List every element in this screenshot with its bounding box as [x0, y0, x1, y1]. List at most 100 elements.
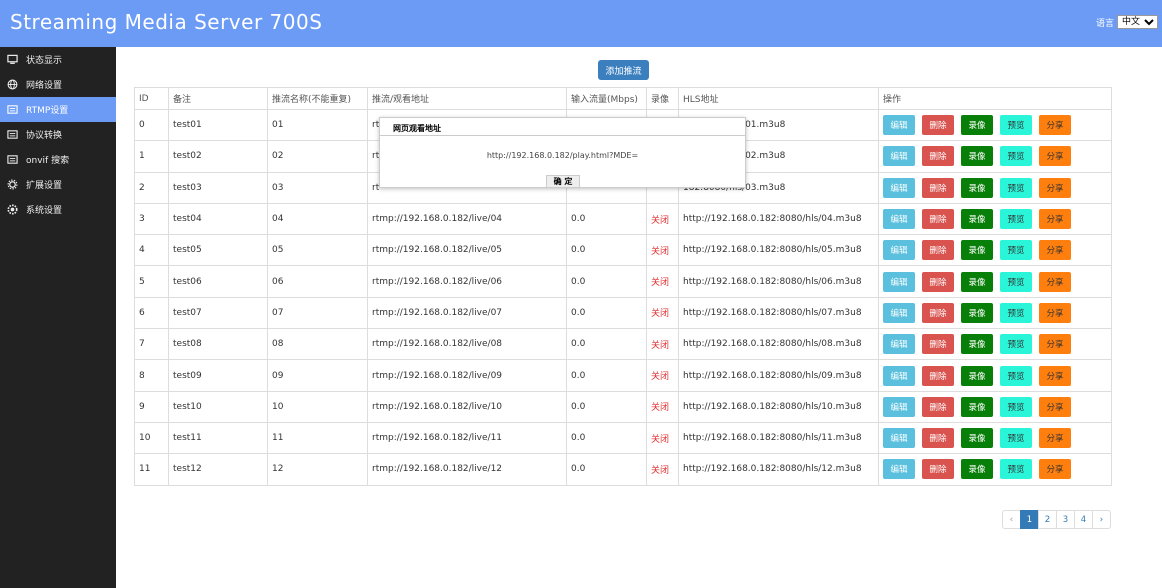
sidebar-item-system[interactable]: 系统设置 — [0, 197, 116, 222]
edit-button[interactable]: 编辑 — [883, 146, 915, 167]
record-button[interactable]: 录像 — [961, 365, 993, 386]
sidebar-item-label: RTMP设置 — [26, 106, 69, 116]
delete-button[interactable]: 删除 — [922, 396, 954, 417]
cell-ops: 编辑 删除 录像 预览 分享 — [878, 359, 1112, 392]
preview-button[interactable]: 预览 — [1000, 302, 1032, 323]
delete-button[interactable]: 删除 — [922, 146, 954, 167]
cell-hls: http://192.168.0.182:8080/hls/04.m3u8 — [678, 202, 879, 236]
delete-button[interactable]: 删除 — [922, 271, 954, 292]
record-button[interactable]: 录像 — [961, 396, 993, 417]
web-view-url-dialog: 网页观看地址 http://192.168.0.182/play.html?MD… — [379, 117, 746, 188]
pagination-page-2[interactable]: 2 — [1038, 510, 1057, 529]
table-row: 7 test08 08 rtmp://192.168.0.182/live/08 0.0… — [134, 328, 1112, 361]
record-button[interactable]: 录像 — [961, 209, 993, 230]
add-stream-button[interactable]: 添加推流 — [598, 60, 649, 80]
cell-id: 10 — [134, 421, 169, 455]
delete-button[interactable]: 删除 — [922, 302, 954, 323]
delete-button[interactable]: 删除 — [922, 334, 954, 355]
cell-id: 2 — [134, 171, 169, 204]
dialog-ok-button[interactable]: 确 定 — [546, 175, 580, 188]
share-button[interactable]: 分享 — [1039, 271, 1071, 292]
preview-button[interactable]: 预览 — [1000, 177, 1032, 198]
share-button[interactable]: 分享 — [1039, 115, 1071, 136]
cell-url: rtmp://192.168.0.182/live/06 — [367, 265, 567, 298]
record-button[interactable]: 录像 — [961, 271, 993, 292]
share-button[interactable]: 分享 — [1039, 365, 1071, 386]
delete-button[interactable]: 删除 — [922, 115, 954, 136]
preview-button[interactable]: 预览 — [1000, 365, 1032, 386]
share-button[interactable]: 分享 — [1039, 146, 1071, 167]
delete-button[interactable]: 删除 — [922, 365, 954, 386]
preview-button[interactable]: 预览 — [1000, 334, 1032, 355]
sidebar-item-label: 状态显示 — [26, 56, 63, 66]
cell-status: 关闭 — [646, 234, 679, 267]
record-button[interactable]: 录像 — [961, 428, 993, 449]
record-button[interactable]: 录像 — [961, 302, 993, 323]
share-button[interactable]: 分享 — [1039, 302, 1071, 323]
record-button[interactable]: 录像 — [961, 177, 993, 198]
pagination-next[interactable]: › — [1092, 510, 1111, 529]
preview-button[interactable]: 预览 — [1000, 271, 1032, 292]
edit-button[interactable]: 编辑 — [883, 365, 915, 386]
edit-button[interactable]: 编辑 — [883, 302, 915, 323]
sidebar-item-network[interactable]: 网络设置 — [0, 72, 116, 97]
preview-button[interactable]: 预览 — [1000, 115, 1032, 136]
sidebar-item-extension[interactable]: 扩展设置 — [0, 172, 116, 197]
cell-hls: http://192.168.0.182:8080/hls/07.m3u8 — [678, 296, 879, 330]
share-button[interactable]: 分享 — [1039, 240, 1071, 261]
edit-button[interactable]: 编辑 — [883, 177, 915, 198]
edit-button[interactable]: 编辑 — [883, 115, 915, 136]
sidebar-item-label: 网络设置 — [26, 81, 63, 91]
preview-button[interactable]: 预览 — [1000, 146, 1032, 167]
share-button[interactable]: 分享 — [1039, 334, 1071, 355]
protocol-icon — [7, 129, 18, 140]
delete-button[interactable]: 删除 — [922, 459, 954, 480]
share-button[interactable]: 分享 — [1039, 459, 1071, 480]
sidebar-item-label: 扩展设置 — [26, 181, 63, 191]
edit-button[interactable]: 编辑 — [883, 209, 915, 230]
share-button[interactable]: 分享 — [1039, 396, 1071, 417]
record-button[interactable]: 录像 — [961, 459, 993, 480]
rtmp-icon — [7, 104, 18, 115]
pagination-prev[interactable]: ‹ — [1002, 510, 1021, 529]
sidebar-item-rtmp[interactable]: RTMP设置 — [0, 97, 116, 122]
edit-button[interactable]: 编辑 — [883, 271, 915, 292]
record-button[interactable]: 录像 — [961, 240, 993, 261]
delete-button[interactable]: 删除 — [922, 209, 954, 230]
sidebar-item-status[interactable]: 状态显示 — [0, 47, 116, 72]
preview-button[interactable]: 预览 — [1000, 428, 1032, 449]
record-button[interactable]: 录像 — [961, 146, 993, 167]
delete-button[interactable]: 删除 — [922, 177, 954, 198]
cell-name: 12 — [267, 453, 368, 486]
edit-button[interactable]: 编辑 — [883, 334, 915, 355]
delete-button[interactable]: 删除 — [922, 428, 954, 449]
preview-button[interactable]: 预览 — [1000, 240, 1032, 261]
sidebar-item-label: onvif 搜索 — [26, 156, 70, 166]
edit-button[interactable]: 编辑 — [883, 396, 915, 417]
cell-status: 关闭 — [646, 453, 679, 486]
share-button[interactable]: 分享 — [1039, 177, 1071, 198]
pagination-page-4[interactable]: 4 — [1074, 510, 1093, 529]
share-button[interactable]: 分享 — [1039, 428, 1071, 449]
sidebar-item-protocol[interactable]: 协议转换 — [0, 122, 116, 147]
row-actions: 编辑 删除 录像 预览 分享 — [883, 271, 1107, 292]
record-button[interactable]: 录像 — [961, 334, 993, 355]
share-button[interactable]: 分享 — [1039, 209, 1071, 230]
sidebar-item-onvif[interactable]: onvif 搜索 — [0, 147, 116, 172]
edit-button[interactable]: 编辑 — [883, 428, 915, 449]
preview-button[interactable]: 预览 — [1000, 209, 1032, 230]
pagination-page-1[interactable]: 1 — [1020, 510, 1039, 529]
preview-button[interactable]: 预览 — [1000, 459, 1032, 480]
edit-button[interactable]: 编辑 — [883, 459, 915, 480]
edit-button[interactable]: 编辑 — [883, 240, 915, 261]
preview-button[interactable]: 预览 — [1000, 396, 1032, 417]
delete-button[interactable]: 删除 — [922, 240, 954, 261]
cell-ops: 编辑 删除 录像 预览 分享 — [878, 390, 1112, 423]
record-button[interactable]: 录像 — [961, 115, 993, 136]
cell-flow: 0.0 — [566, 265, 647, 298]
row-actions: 编辑 删除 录像 预览 分享 — [883, 240, 1107, 261]
language-select[interactable]: 中文 — [1117, 15, 1158, 29]
pagination-page-3[interactable]: 3 — [1056, 510, 1075, 529]
sidebar-item-label: 协议转换 — [26, 131, 63, 141]
table-row: 8 test09 09 rtmp://192.168.0.182/live/09 0.0… — [134, 359, 1112, 392]
